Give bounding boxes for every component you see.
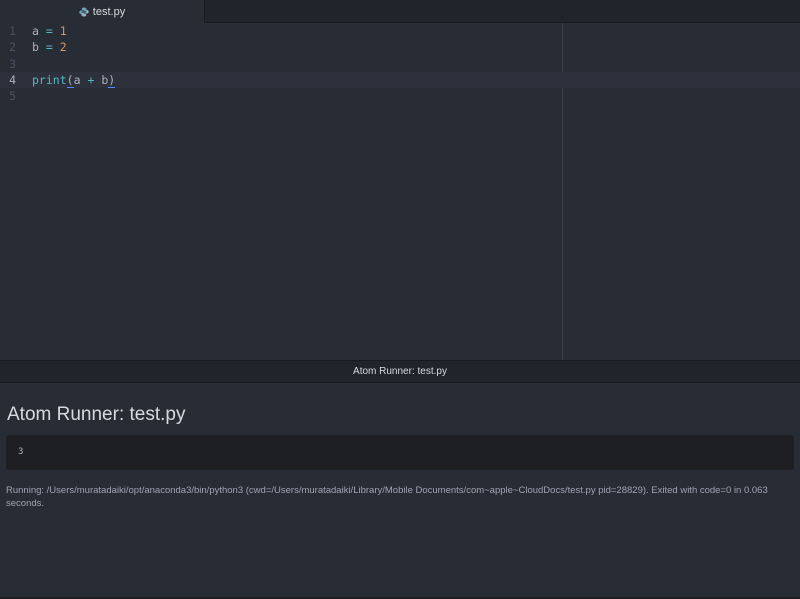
token-number: 1 [59,24,67,38]
output-text: 3 [18,447,24,457]
line-number: 2 [9,40,16,54]
runner-title: Atom Runner: test.py [7,404,186,425]
line-number: 5 [9,89,16,103]
line-code: print(a + b) [32,72,116,88]
tab-test-py[interactable]: test.py [0,0,205,23]
code-editor[interactable]: 1 a = 1 2 b = 2 3 4 print(a + b) 5 [0,23,800,360]
line-code: b = 2 [32,39,67,55]
runner-output-pane: Atom Runner: test.py 3 Running: /Users/m… [0,383,800,599]
line-code: a = 1 [32,23,67,39]
token-operator: + [87,73,95,87]
code-line[interactable]: 3 [0,56,800,72]
line-number: 3 [9,57,16,71]
bracket-match: ) [108,73,116,88]
code-line[interactable]: 1 a = 1 [0,23,800,39]
token-variable: a [32,24,39,38]
token-operator: = [45,24,53,38]
python-file-icon [79,7,89,17]
run-status-message: Running: /Users/muratadaiki/opt/anaconda… [6,485,768,509]
line-number: 4 [9,73,16,87]
bracket-match: ( [66,73,74,88]
token-variable: b [32,40,39,54]
token-variable: a [73,73,81,87]
code-line[interactable]: 5 [0,88,800,104]
runner-pane-tab[interactable]: Atom Runner: test.py [0,360,800,383]
code-line-active[interactable]: 4 print(a + b) [0,72,800,88]
token-number: 2 [59,40,67,54]
token-function: print [32,73,67,87]
runner-pane-tab-label: Atom Runner: test.py [353,366,447,377]
atom-window: test.py 1 a = 1 2 b = 2 3 4 print(a + b)… [0,0,800,599]
line-number: 1 [9,24,16,38]
tab-bar: test.py [0,0,800,23]
code-line[interactable]: 2 b = 2 [0,39,800,55]
token-operator: = [45,40,53,54]
tab-label: test.py [92,5,126,18]
output-box[interactable]: 3 [6,435,794,470]
